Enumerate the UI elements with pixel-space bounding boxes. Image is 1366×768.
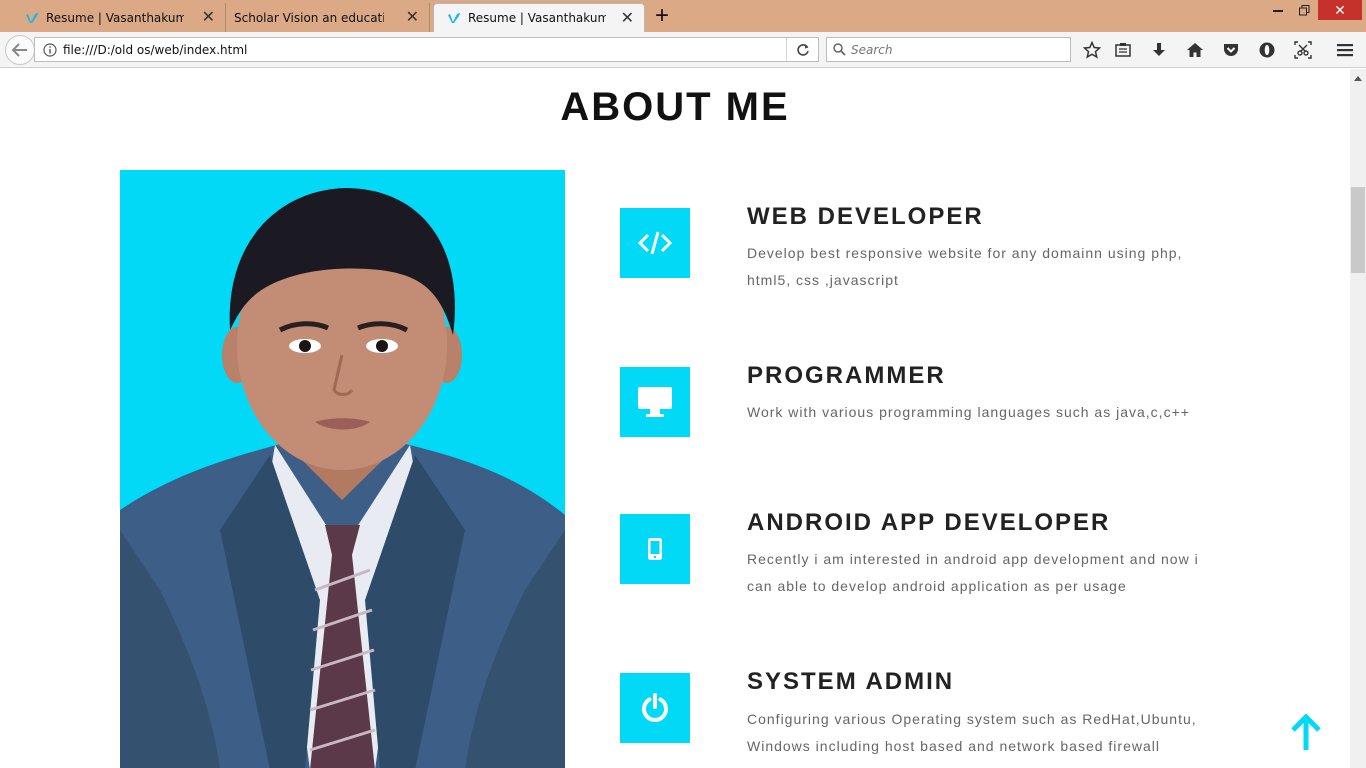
tab-strip: Resume | Vasanthakumar ✕ Scholar Vision … (0, 0, 1366, 32)
skill-title-system-admin: SYSTEM ADMIN (747, 668, 955, 695)
tab-title: Scholar Vision an education Car (234, 10, 384, 25)
desktop-icon (638, 387, 672, 417)
url-text[interactable]: file:///D:/old os/web/index.html (63, 43, 247, 57)
close-tab-icon[interactable]: ✕ (202, 9, 215, 25)
back-button[interactable] (5, 35, 35, 65)
page-viewport: ABOUT ME WEB DEVELOPER Develop best resp… (0, 69, 1350, 768)
bookmark-star-icon[interactable] (1081, 39, 1103, 61)
back-arrow-icon (12, 43, 27, 57)
skill-desc-android-developer: Recently i am interested in android app … (747, 551, 1199, 594)
reload-button[interactable] (786, 38, 818, 61)
screenshot-icon[interactable] (1292, 39, 1314, 61)
section-title: ABOUT ME (560, 85, 790, 129)
back-to-top-button[interactable] (1288, 713, 1324, 753)
close-tab-icon[interactable]: ✕ (406, 9, 419, 25)
arrow-up-icon (1291, 714, 1321, 750)
vimeo-icon (24, 10, 40, 26)
close-window-button[interactable]: ✕ (1318, 0, 1362, 20)
vimeo-icon (446, 10, 462, 26)
code-icon (638, 231, 672, 255)
programmer-icon-box (620, 367, 690, 437)
scroll-up-arrow-icon[interactable] (1350, 71, 1366, 85)
skill-desc-programmer: Work with various programming languages … (747, 404, 1190, 420)
navigation-toolbar: file:///D:/old os/web/index.html (0, 32, 1366, 68)
web-developer-icon-box (620, 208, 690, 278)
pocket-icon[interactable] (1220, 39, 1242, 61)
vpn-shield-icon[interactable] (1256, 39, 1278, 61)
close-tab-icon[interactable]: ✕ (621, 10, 634, 26)
android-developer-icon-box (620, 514, 690, 584)
search-icon (833, 43, 846, 56)
power-icon (642, 693, 668, 722)
restore-button[interactable] (1292, 0, 1316, 20)
tab-title: Resume | Vasanthakumar (46, 10, 184, 25)
mobile-icon (648, 538, 662, 560)
skill-desc-system-admin: Configuring various Operating system suc… (747, 711, 1197, 754)
tab-scholar-vision[interactable]: Scholar Vision an education Car ✕ (222, 3, 430, 32)
vertical-scrollbar[interactable] (1350, 69, 1366, 768)
skill-desc-web-developer: Develop best responsive website for any … (747, 245, 1183, 288)
info-icon[interactable] (43, 42, 57, 57)
reload-icon (796, 43, 809, 56)
new-tab-button[interactable]: + (650, 4, 674, 29)
skill-title-android-developer: ANDROID APP DEVELOPER (747, 509, 1111, 536)
skill-title-programmer: PROGRAMMER (747, 362, 946, 389)
skill-title-web-developer: WEB DEVELOPER (747, 203, 984, 230)
scrollbar-thumb[interactable] (1351, 187, 1365, 273)
address-bar[interactable]: file:///D:/old os/web/index.html (34, 37, 819, 62)
profile-photo (120, 170, 565, 768)
tab-resume-1[interactable]: Resume | Vasanthakumar ✕ (12, 3, 226, 32)
menu-icon[interactable] (1334, 39, 1356, 61)
minimize-button[interactable] (1266, 0, 1290, 20)
search-box[interactable] (826, 37, 1071, 62)
tab-title: Resume | Vasanthakumar (468, 11, 606, 25)
tab-resume-2[interactable]: Resume | Vasanthakumar ✕ (433, 3, 645, 32)
download-icon[interactable] (1148, 39, 1170, 61)
search-input[interactable] (851, 42, 1051, 57)
home-icon[interactable] (1184, 39, 1206, 61)
reading-list-icon[interactable] (1112, 39, 1134, 61)
system-admin-icon-box (620, 673, 690, 743)
